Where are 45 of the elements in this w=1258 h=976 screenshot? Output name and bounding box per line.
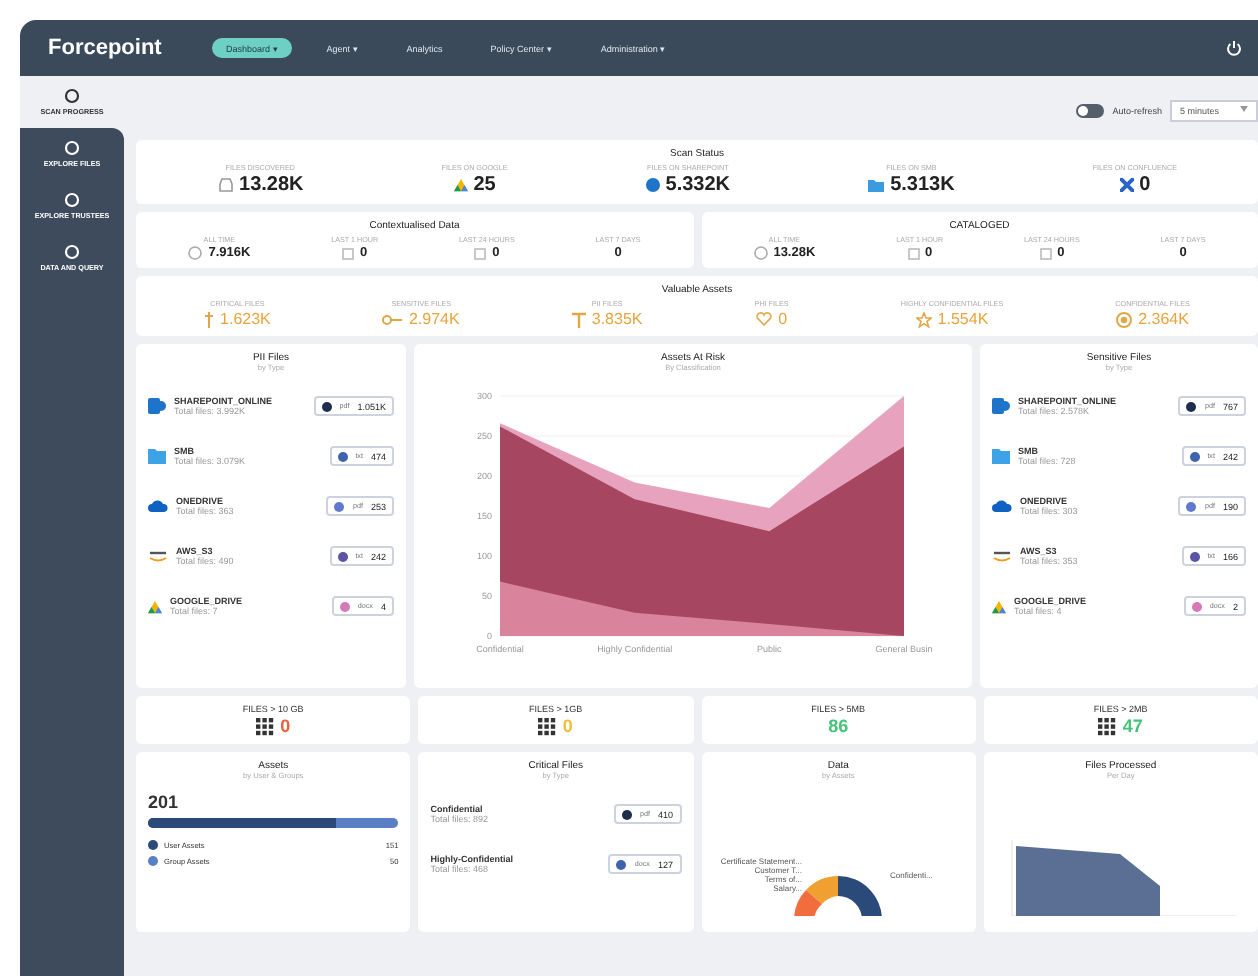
stat-value: 3.835K xyxy=(591,310,643,328)
power-icon[interactable] xyxy=(1226,40,1242,56)
assets-total: 201 xyxy=(148,792,179,812)
square-icon xyxy=(907,247,920,259)
square-icon xyxy=(342,247,355,259)
cross-icon xyxy=(1119,178,1134,192)
heart-icon xyxy=(756,312,773,326)
stat-value: 47 xyxy=(1122,716,1143,736)
stat-value: 5.313K xyxy=(890,174,955,196)
star-icon xyxy=(915,311,932,327)
stat-value: 0 xyxy=(1139,174,1151,196)
stat-value: 1.554K xyxy=(937,310,989,328)
grid-icon xyxy=(1098,717,1117,735)
stat-value: 0 xyxy=(778,310,788,328)
stat-value: 2.974K xyxy=(408,310,460,328)
stat-value: 25 xyxy=(473,174,496,196)
auto-refresh-toggle[interactable] xyxy=(1076,103,1105,117)
clock-icon xyxy=(753,246,768,260)
stat-value: 5.332K xyxy=(665,174,731,196)
triangle-logo-icon xyxy=(992,599,1006,613)
stat-value: 1.623K xyxy=(220,310,271,328)
seal-icon xyxy=(1116,311,1133,327)
logo-icon xyxy=(992,550,1012,562)
folder-icon xyxy=(868,178,885,192)
stat-value: 2.364K xyxy=(1138,310,1189,328)
cloud-icon xyxy=(992,500,1012,512)
grid-icon xyxy=(256,717,275,735)
square-icon xyxy=(474,247,487,259)
stat-value: 86 xyxy=(828,716,849,736)
folder-icon xyxy=(148,448,166,464)
clock-icon xyxy=(188,246,203,260)
triangle-logo-icon xyxy=(453,178,468,192)
folder-icon xyxy=(992,448,1010,464)
key-icon xyxy=(382,313,403,325)
grid-icon xyxy=(538,717,557,735)
square-icon xyxy=(1039,247,1052,259)
stat-value: 13.28K xyxy=(239,174,304,196)
stat-value: 0 xyxy=(562,716,573,736)
caret-icon xyxy=(1240,105,1248,111)
logo-icon xyxy=(148,550,168,562)
cloud-icon xyxy=(148,500,168,512)
logo: Forcepoint xyxy=(48,36,164,60)
tee-icon xyxy=(571,311,586,327)
stat-value: 0 xyxy=(280,716,291,736)
triangle-logo-icon xyxy=(148,599,162,613)
